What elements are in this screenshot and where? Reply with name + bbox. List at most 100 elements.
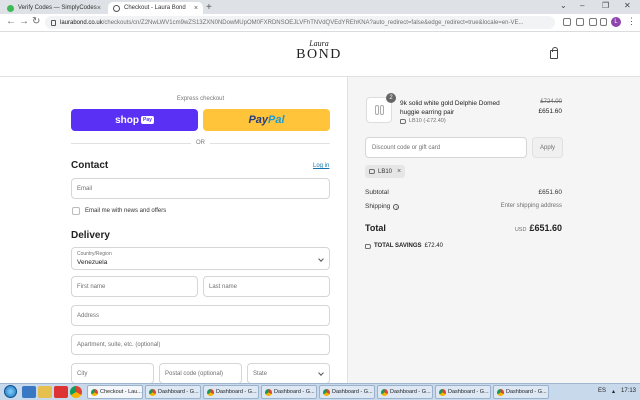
taskbar: Checkout - Lau... Dashboard - G... Dashb…	[0, 383, 640, 400]
country-label: Country/Region	[77, 251, 112, 257]
taskbar-item-label: Dashboard - G...	[448, 389, 489, 395]
chrome-icon	[265, 388, 272, 396]
state-select[interactable]: State	[247, 363, 330, 383]
subtotal-label: Subtotal	[365, 189, 389, 196]
forward-icon[interactable]: →	[19, 16, 29, 27]
earring-icon	[380, 105, 384, 115]
postal-code-field[interactable]: Postal code (optional)	[159, 363, 242, 383]
simplycodes-favicon-icon	[7, 4, 14, 12]
country-value: Venezuela	[77, 259, 108, 266]
email-field[interactable]: Email	[71, 178, 330, 199]
tab-verify-codes[interactable]: Verify Codes — SimplyCodes ×	[2, 2, 106, 14]
subtotal-value: £651.60	[538, 189, 563, 196]
chrome-icon[interactable]	[70, 386, 82, 398]
city-placeholder: City	[77, 370, 88, 377]
share-icon[interactable]	[563, 18, 571, 26]
first-name-field[interactable]: First name	[71, 276, 198, 297]
browser-menu-icon[interactable]: ⋮	[627, 16, 636, 27]
close-window-icon[interactable]: ✕	[624, 1, 631, 10]
remove-code-icon[interactable]: ×	[397, 168, 401, 175]
shop-pay-button[interactable]: shop Pay	[71, 109, 198, 131]
product-name: 9k solid white gold Delphie Domed huggie…	[400, 100, 500, 116]
earring-icon	[375, 105, 379, 115]
url-path: /checkouts/cn/Z2NwLWV1cm9wZS13ZXN0NDowMU…	[102, 19, 524, 26]
taskbar-item[interactable]: Dashboard - G...	[203, 385, 259, 399]
address-field[interactable]: Address	[71, 305, 330, 326]
taskbar-item[interactable]: Checkout - Lau...	[87, 385, 143, 399]
last-name-field[interactable]: Last name	[203, 276, 330, 297]
login-link[interactable]: Log in	[313, 163, 329, 169]
language-indicator[interactable]: ES	[598, 388, 606, 395]
shopping-bag-icon[interactable]	[550, 47, 558, 59]
logo-script: Laura	[309, 39, 329, 48]
minimize-icon[interactable]: –	[580, 1, 584, 10]
chrome-icon	[381, 388, 388, 396]
sidebar-icon[interactable]	[600, 18, 607, 26]
savings-value: £72.40	[424, 243, 443, 249]
apply-button[interactable]: Apply	[532, 137, 563, 158]
bookmark-star-icon[interactable]	[576, 18, 584, 26]
network-icon[interactable]: ▴	[612, 388, 615, 395]
first-name-placeholder: First name	[77, 283, 106, 290]
media-player-icon[interactable]	[54, 386, 68, 398]
apartment-field[interactable]: Apartment, suite, etc. (optional)	[71, 334, 330, 355]
taskbar-item[interactable]: Dashboard - G...	[145, 385, 201, 399]
tab-title: Checkout - Laura Bond	[124, 5, 186, 11]
apartment-placeholder: Apartment, suite, etc. (optional)	[77, 341, 161, 348]
tab-checkout[interactable]: Checkout - Laura Bond ×	[108, 2, 203, 14]
taskbar-item[interactable]: Dashboard - G...	[261, 385, 317, 399]
address-placeholder: Address	[77, 312, 100, 319]
profile-avatar[interactable]: L	[611, 17, 621, 27]
discount-placeholder: Discount code or gift card	[372, 144, 441, 151]
savings-tag-icon	[365, 243, 371, 249]
close-tab-icon[interactable]: ×	[97, 5, 101, 12]
shipping-row: Shipping ?	[365, 203, 400, 210]
savings-label: TOTAL SAVINGS	[374, 243, 422, 249]
city-field[interactable]: City	[71, 363, 154, 383]
reload-icon[interactable]: ↻	[32, 16, 40, 27]
express-checkout-label: Express checkout	[176, 96, 225, 102]
ie-icon[interactable]	[22, 386, 36, 398]
total-currency: USD	[514, 227, 527, 233]
laura-bond-logo[interactable]: Laura BOND	[295, 39, 343, 63]
country-select[interactable]: Country/Region Venezuela	[71, 247, 330, 270]
taskbar-item[interactable]: Dashboard - G...	[319, 385, 375, 399]
extensions-icon[interactable]	[589, 18, 597, 26]
new-tab-icon[interactable]: +	[206, 2, 212, 13]
store-header: Laura BOND	[0, 32, 640, 77]
tab-search-icon[interactable]: ⌄	[560, 1, 567, 10]
chrome-icon	[207, 388, 214, 396]
chrome-icon	[149, 388, 156, 396]
chevron-down-icon	[318, 256, 324, 262]
discount-code-input[interactable]: Discount code or gift card	[365, 137, 527, 158]
start-button-icon[interactable]	[4, 385, 17, 398]
news-checkbox[interactable]	[72, 207, 80, 215]
or-divider-label: OR	[196, 140, 205, 146]
paypal-button[interactable]: Pay Pal	[203, 109, 330, 131]
delivery-title: Delivery	[71, 230, 110, 241]
paypal-label-2: Pal	[268, 114, 285, 126]
clock[interactable]: 17:13	[621, 388, 636, 395]
taskbar-item[interactable]: Dashboard - G...	[435, 385, 491, 399]
shipping-label: Shipping	[365, 203, 391, 210]
taskbar-item-label: Dashboard - G...	[506, 389, 547, 395]
maximize-icon[interactable]: ❐	[602, 1, 609, 10]
close-tab-icon[interactable]: ×	[194, 5, 198, 12]
url-input[interactable]: laurabond.co.uk /checkouts/cn/Z2NwLWV1cm…	[45, 16, 555, 29]
globe-favicon-icon	[113, 4, 120, 12]
total-label: Total	[365, 223, 386, 233]
address-bar-row: ← → ↻ laurabond.co.uk /checkouts/cn/Z2Nw…	[0, 14, 640, 32]
tab-title: Verify Codes — SimplyCodes	[18, 5, 97, 11]
lock-icon	[51, 19, 56, 26]
applied-code-chip: LB10 ×	[365, 165, 406, 178]
taskbar-item[interactable]: Dashboard - G...	[377, 385, 433, 399]
chrome-icon	[323, 388, 330, 396]
taskbar-item-label: Dashboard - G...	[274, 389, 315, 395]
taskbar-item-label: Checkout - Lau...	[100, 389, 142, 395]
news-checkbox-label: Email me with news and offers	[85, 208, 167, 214]
taskbar-item[interactable]: Dashboard - G...	[493, 385, 549, 399]
explorer-icon[interactable]	[38, 386, 52, 398]
back-icon[interactable]: ←	[6, 16, 16, 27]
browser-tab-bar: Verify Codes — SimplyCodes × Checkout - …	[0, 0, 640, 14]
help-icon[interactable]: ?	[393, 203, 400, 210]
